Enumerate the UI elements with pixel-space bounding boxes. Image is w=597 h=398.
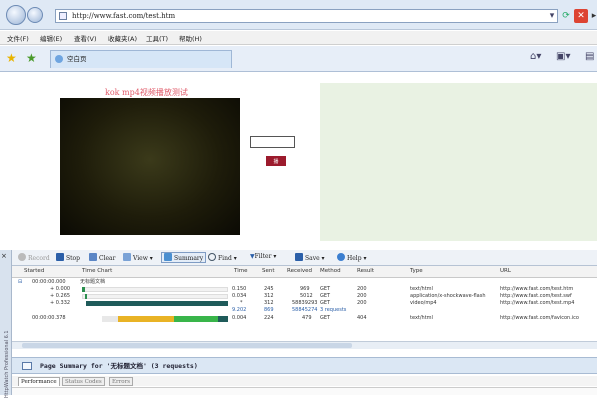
page-title: kok mp4视频播放测试	[105, 88, 188, 97]
table-row[interactable]: + 0.000 0.150 245 969 GET 200 text/html …	[12, 286, 597, 293]
tab-page-icon	[55, 55, 63, 63]
text-input[interactable]	[250, 136, 295, 148]
table-row[interactable]: + 0.332 * 312 58839293 GET 200 video/mp4…	[12, 300, 597, 307]
time-chart-bar	[86, 301, 228, 306]
httpwatch-side-strip: × HttpWatch Professional 6.1	[0, 250, 12, 398]
browser-tab[interactable]: 空白页	[50, 50, 232, 68]
time-chart-bar	[82, 287, 85, 292]
expand-icon[interactable]: ⊟	[18, 279, 22, 286]
close-icon[interactable]: ×	[1, 252, 7, 260]
save-icon	[295, 253, 303, 261]
page-background	[320, 83, 597, 241]
refresh-icon[interactable]: ⟳	[559, 9, 573, 23]
filter-button[interactable]: ▼Filter ▾	[250, 253, 276, 260]
menu-bar: 文件(F) 编辑(E) 查看(V) 收藏夹(A) 工具(T) 帮助(H)	[0, 31, 597, 45]
find-icon	[208, 253, 216, 261]
back-button[interactable]	[6, 5, 26, 25]
clear-button[interactable]: Clear	[89, 253, 116, 262]
table-header: Started Time Chart Time Sent Received Me…	[12, 266, 597, 278]
menu-favorites[interactable]: 收藏夹(A)	[108, 33, 137, 43]
stop-button[interactable]: Stop	[56, 253, 80, 262]
favorites-star-icon[interactable]: ★	[6, 51, 17, 65]
stop-icon[interactable]: ✕	[574, 9, 588, 23]
totals-row: 9.202 869 58845274 3 requests	[232, 307, 347, 313]
search-icon[interactable]: ▸	[590, 9, 597, 23]
col-started[interactable]: Started	[24, 268, 44, 274]
clear-icon	[89, 253, 97, 261]
go-dropdown-icon[interactable]: ▾	[545, 9, 559, 23]
scrollbar-thumb[interactable]	[22, 343, 352, 348]
time-chart-track	[82, 287, 228, 292]
table-row[interactable]: + 0.265 0.034 312 5012 GET 200 applicati…	[12, 293, 597, 300]
summary-page-icon	[22, 362, 32, 370]
forward-button[interactable]	[27, 7, 43, 23]
time-chart-bar	[218, 316, 228, 322]
side-label: HttpWatch Professional 6.1	[4, 330, 10, 398]
stop-square-icon	[56, 253, 64, 261]
menu-view[interactable]: 查看(V)	[74, 33, 97, 43]
video-player[interactable]	[60, 98, 240, 235]
table-row[interactable]: 00:00:00.378 0.004 224 479 GET 404 text/…	[12, 315, 597, 325]
help-icon	[337, 253, 345, 261]
menu-file[interactable]: 文件(F)	[7, 33, 29, 43]
time-chart-bar	[85, 294, 87, 299]
col-received[interactable]: Received	[287, 268, 312, 274]
add-favorite-icon[interactable]: ★	[26, 51, 37, 65]
save-button[interactable]: Save ▾	[295, 253, 325, 262]
col-sent[interactable]: Sent	[262, 268, 275, 274]
summary-title: Page Summary for '无标题文档' (3 requests)	[40, 362, 198, 370]
col-result[interactable]: Result	[357, 268, 374, 274]
view-icon	[123, 253, 131, 261]
page-icon	[59, 12, 67, 20]
time-chart-track	[82, 294, 228, 299]
print-icon[interactable]: ▤	[585, 51, 594, 62]
menu-tools[interactable]: 工具(T)	[146, 33, 168, 43]
tab-errors[interactable]: Errors	[109, 377, 134, 386]
col-method[interactable]: Method	[320, 268, 341, 274]
tab-performance[interactable]: Performance	[18, 377, 60, 386]
feeds-icon[interactable]: ▣▾	[556, 51, 570, 62]
find-button[interactable]: Find ▾	[208, 253, 237, 262]
view-button[interactable]: View ▾	[123, 253, 153, 262]
time-chart-wait-bar	[118, 316, 174, 322]
col-url[interactable]: URL	[500, 268, 511, 274]
record-button[interactable]: Record	[18, 253, 50, 262]
col-time-chart[interactable]: Time Chart	[82, 268, 112, 274]
address-bar-area: http://www.fast.com/test.htm ▾ ⟳ ✕ ▸	[0, 0, 597, 30]
menu-edit[interactable]: 编辑(E)	[40, 33, 62, 43]
url-input[interactable]: http://www.fast.com/test.htm	[55, 9, 558, 23]
tab-status-codes[interactable]: Status Codes	[62, 377, 105, 386]
time-chart-receive-bar	[174, 316, 218, 322]
col-type[interactable]: Type	[410, 268, 423, 274]
summary-content	[12, 387, 597, 395]
menu-help[interactable]: 帮助(H)	[179, 33, 202, 43]
httpwatch-toolbar: Record Stop Clear View ▾ Summary Find ▾ …	[12, 250, 597, 266]
help-button[interactable]: Help ▾	[337, 253, 366, 262]
play-button[interactable]: 播放	[266, 156, 286, 175]
home-icon[interactable]: ⌂▾	[530, 51, 541, 62]
summary-button[interactable]: Summary	[161, 252, 207, 263]
page-group-row[interactable]: ⊟ 00:00:00.000 无标题文档	[12, 279, 597, 286]
record-icon	[18, 253, 26, 261]
col-time[interactable]: Time	[234, 268, 247, 274]
summary-icon	[164, 253, 172, 261]
